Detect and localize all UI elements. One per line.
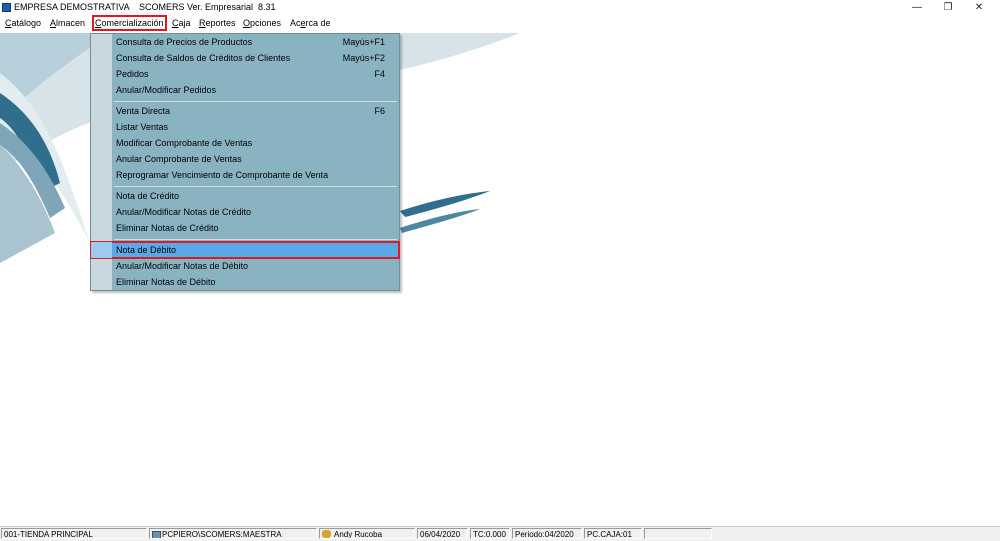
status-date: 06/04/2020 (417, 528, 468, 539)
menu-item-listar-ventas[interactable]: Listar Ventas (91, 119, 399, 135)
menu-separator (114, 239, 397, 240)
menu-item-nota-debito[interactable]: Nota de Débito (90, 241, 400, 259)
menu-item-anular-notas-credito[interactable]: Anular/Modificar Notas de Crédito (91, 204, 399, 220)
menu-separator (114, 186, 397, 187)
title-bar: EMPRESA DEMOSTRATIVA SCOMERS Ver. Empres… (0, 0, 1000, 16)
menu-item-eliminar-notas-debito[interactable]: Eliminar Notas de Débito (91, 274, 399, 290)
comercializacion-dropdown: Consulta de Precios de Productos Mayús+F… (90, 33, 400, 291)
menu-item-anular-comprobante[interactable]: Anular Comprobante de Ventas (91, 151, 399, 167)
menu-item-anular-notas-debito[interactable]: Anular/Modificar Notas de Débito (91, 258, 399, 274)
app-icon (2, 3, 11, 12)
menu-acerca-de[interactable]: Acerca de (290, 18, 331, 28)
menu-almacen[interactable]: Almacen (50, 18, 85, 28)
status-empty (644, 528, 712, 539)
users-icon (322, 530, 331, 538)
menu-bar: Catálogo Almacen Comercialización Caja R… (0, 15, 1000, 32)
menu-item-pedidos[interactable]: Pedidos F4 (91, 66, 399, 82)
status-pc: PC.CAJA:01 (584, 528, 642, 539)
window-company: EMPRESA DEMOSTRATIVA (14, 2, 130, 12)
menu-comercializacion[interactable]: Comercialización (92, 15, 167, 31)
highlight-gutter (91, 242, 112, 258)
status-database: PCPIERO\SCOMERS:MAESTRA (149, 528, 317, 539)
menu-catalogo[interactable]: Catálogo (5, 18, 41, 28)
status-store: 001-TIENDA PRINCIPAL (1, 528, 147, 539)
menu-item-nota-credito[interactable]: Nota de Crédito (91, 188, 399, 204)
menu-opciones[interactable]: Opciones (243, 18, 281, 28)
menu-reportes[interactable]: Reportes (199, 18, 236, 28)
restore-button[interactable]: ❐ (933, 0, 963, 16)
menu-item-venta-directa[interactable]: Venta Directa F6 (91, 103, 399, 119)
menu-item-reprogramar-vencimiento[interactable]: Reprogramar Vencimiento de Comprobante d… (91, 167, 399, 183)
menu-item-consulta-precios[interactable]: Consulta de Precios de Productos Mayús+F… (91, 34, 399, 50)
status-tc: TC:0.000 (470, 528, 510, 539)
close-button[interactable]: ✕ (964, 0, 994, 16)
menu-item-consulta-saldos[interactable]: Consulta de Saldos de Créditos de Client… (91, 50, 399, 66)
status-user: Andy Rucoba (319, 528, 415, 539)
menu-separator (114, 101, 397, 102)
window-title: SCOMERS Ver. Empresarial 8.31 (139, 2, 276, 12)
menu-item-eliminar-notas-credito[interactable]: Eliminar Notas de Crédito (91, 220, 399, 236)
menu-item-anular-pedidos[interactable]: Anular/Modificar Pedidos (91, 82, 399, 98)
database-icon (152, 531, 161, 538)
status-period: Periodo:04/2020 (512, 528, 582, 539)
menu-item-modificar-comprobante[interactable]: Modificar Comprobante de Ventas (91, 135, 399, 151)
minimize-button[interactable]: — (902, 0, 932, 16)
menu-caja[interactable]: Caja (172, 18, 191, 28)
status-bar: 001-TIENDA PRINCIPAL PCPIERO\SCOMERS:MAE… (0, 526, 1000, 541)
